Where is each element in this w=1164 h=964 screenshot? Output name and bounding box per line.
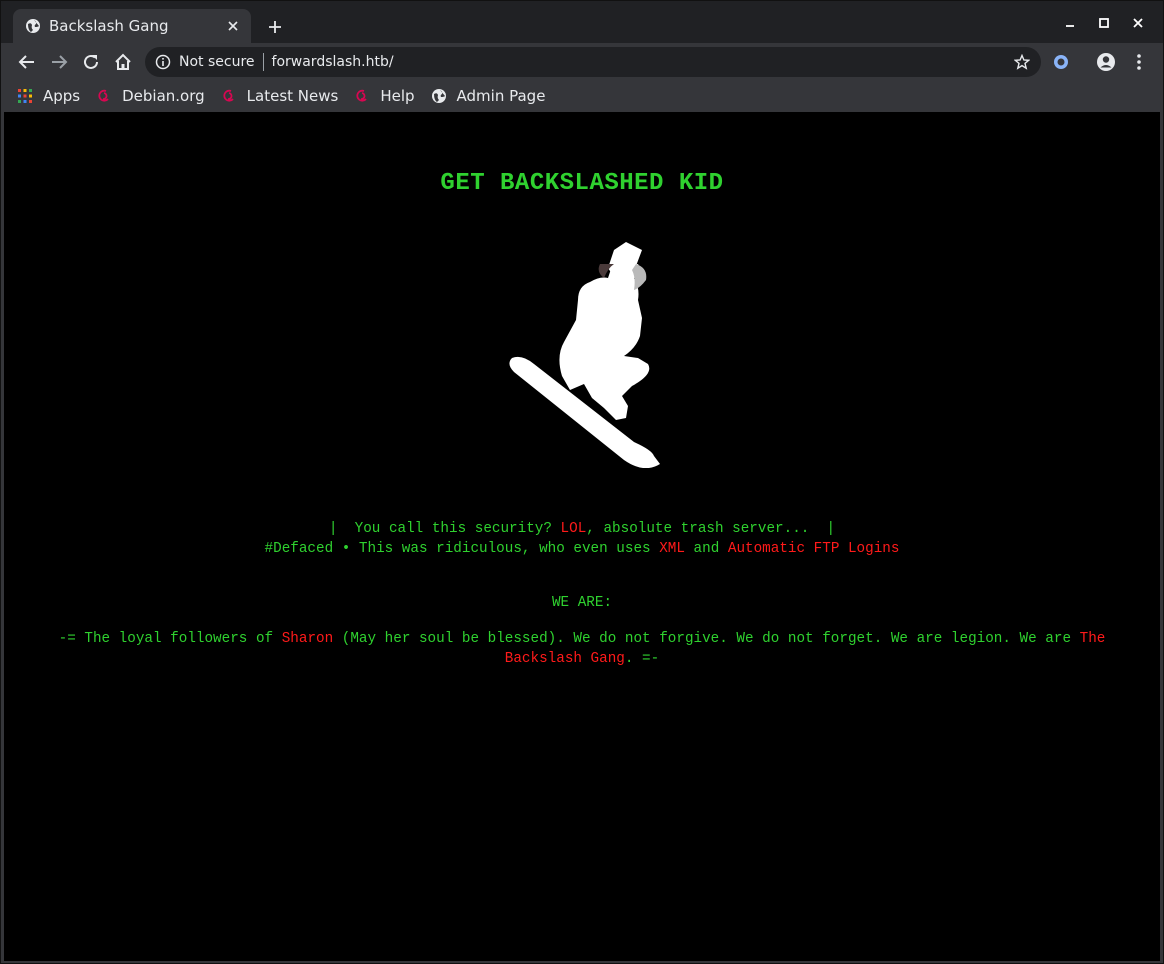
defaced-line: #Defaced • This was ridiculous, who even…	[4, 541, 1160, 557]
bookmarks-bar: Apps Debian.org Latest News Help Admin P…	[1, 81, 1163, 111]
apps-grid-icon	[17, 88, 33, 104]
toolbar: Not secure forwardslash.htb/	[1, 43, 1163, 81]
maximize-icon[interactable]	[1087, 11, 1121, 35]
back-arrow-icon[interactable]	[13, 48, 41, 76]
home-icon[interactable]	[109, 48, 137, 76]
minimize-icon[interactable]	[1053, 11, 1087, 35]
bookmark-label: Debian.org	[122, 87, 205, 105]
sharon-highlight: Sharon	[281, 631, 334, 647]
bookmark-apps[interactable]: Apps	[17, 87, 80, 105]
globe-icon	[25, 18, 41, 34]
manifesto-text-pre: -= The loyal followers of	[58, 631, 282, 647]
new-tab-button[interactable]	[263, 15, 287, 39]
extension-icon[interactable]	[1047, 48, 1075, 76]
insult-text-post: , absolute trash server... |	[586, 521, 836, 537]
profile-avatar-icon[interactable]	[1092, 48, 1120, 76]
defaced-text-pre: #Defaced • This was ridiculous, who even…	[264, 541, 660, 557]
bookmark-admin-page[interactable]: Admin Page	[431, 87, 546, 105]
globe-icon	[431, 88, 447, 104]
manifesto-text-mid: (May her soul be blessed). We do not for…	[333, 631, 1080, 647]
close-window-icon[interactable]	[1121, 11, 1155, 35]
ftp-highlight: Automatic FTP Logins	[727, 541, 900, 557]
bookmark-label: Latest News	[246, 87, 339, 105]
tab-strip: Backslash Gang	[1, 1, 1163, 43]
url-text[interactable]: forwardslash.htb/	[272, 54, 394, 70]
page-content: GET BACKSLASHED KID | You call this secu…	[4, 112, 1160, 961]
snowboarder-image	[509, 242, 660, 468]
forward-arrow-icon[interactable]	[45, 48, 73, 76]
security-label: Not secure	[179, 54, 255, 70]
info-icon[interactable]	[155, 54, 171, 70]
bookmark-help[interactable]: Help	[354, 87, 415, 105]
reload-icon[interactable]	[77, 48, 105, 76]
page-headline: GET BACKSLASHED KID	[440, 170, 724, 197]
bookmark-debian-org[interactable]: Debian.org	[96, 87, 205, 105]
close-tab-icon[interactable]	[225, 18, 241, 34]
menu-kebab-icon[interactable]	[1125, 48, 1153, 76]
omnibox-divider	[262, 53, 264, 71]
manifesto-text-post: . =-	[624, 651, 660, 667]
tab-title: Backslash Gang	[49, 17, 169, 35]
bookmark-star-icon[interactable]	[1013, 53, 1031, 71]
debian-swirl-icon	[354, 88, 370, 104]
defaced-text-mid: and	[684, 541, 728, 557]
debian-swirl-icon	[96, 88, 112, 104]
we-are-heading: WE ARE:	[551, 595, 613, 611]
tab-backslash-gang[interactable]: Backslash Gang	[13, 9, 251, 43]
insult-line: | You call this security? LOL, absolute …	[4, 521, 1160, 537]
xml-highlight: XML	[659, 541, 685, 557]
address-bar[interactable]: Not secure forwardslash.htb/	[145, 47, 1041, 77]
lol-highlight: LOL	[560, 521, 587, 537]
browser-window: Backslash Gang Not secure forwardslash.h…	[0, 0, 1164, 964]
bookmark-label: Apps	[43, 87, 81, 105]
bookmark-label: Help	[380, 87, 415, 105]
manifesto-paragraph: -= The loyal followers of Sharon (May he…	[22, 629, 1142, 669]
insult-text-pre: | You call this security?	[328, 521, 561, 537]
bookmark-label: Admin Page	[456, 87, 546, 105]
bookmark-latest-news[interactable]: Latest News	[221, 87, 339, 105]
debian-swirl-icon	[221, 88, 237, 104]
window-controls	[1053, 11, 1155, 35]
